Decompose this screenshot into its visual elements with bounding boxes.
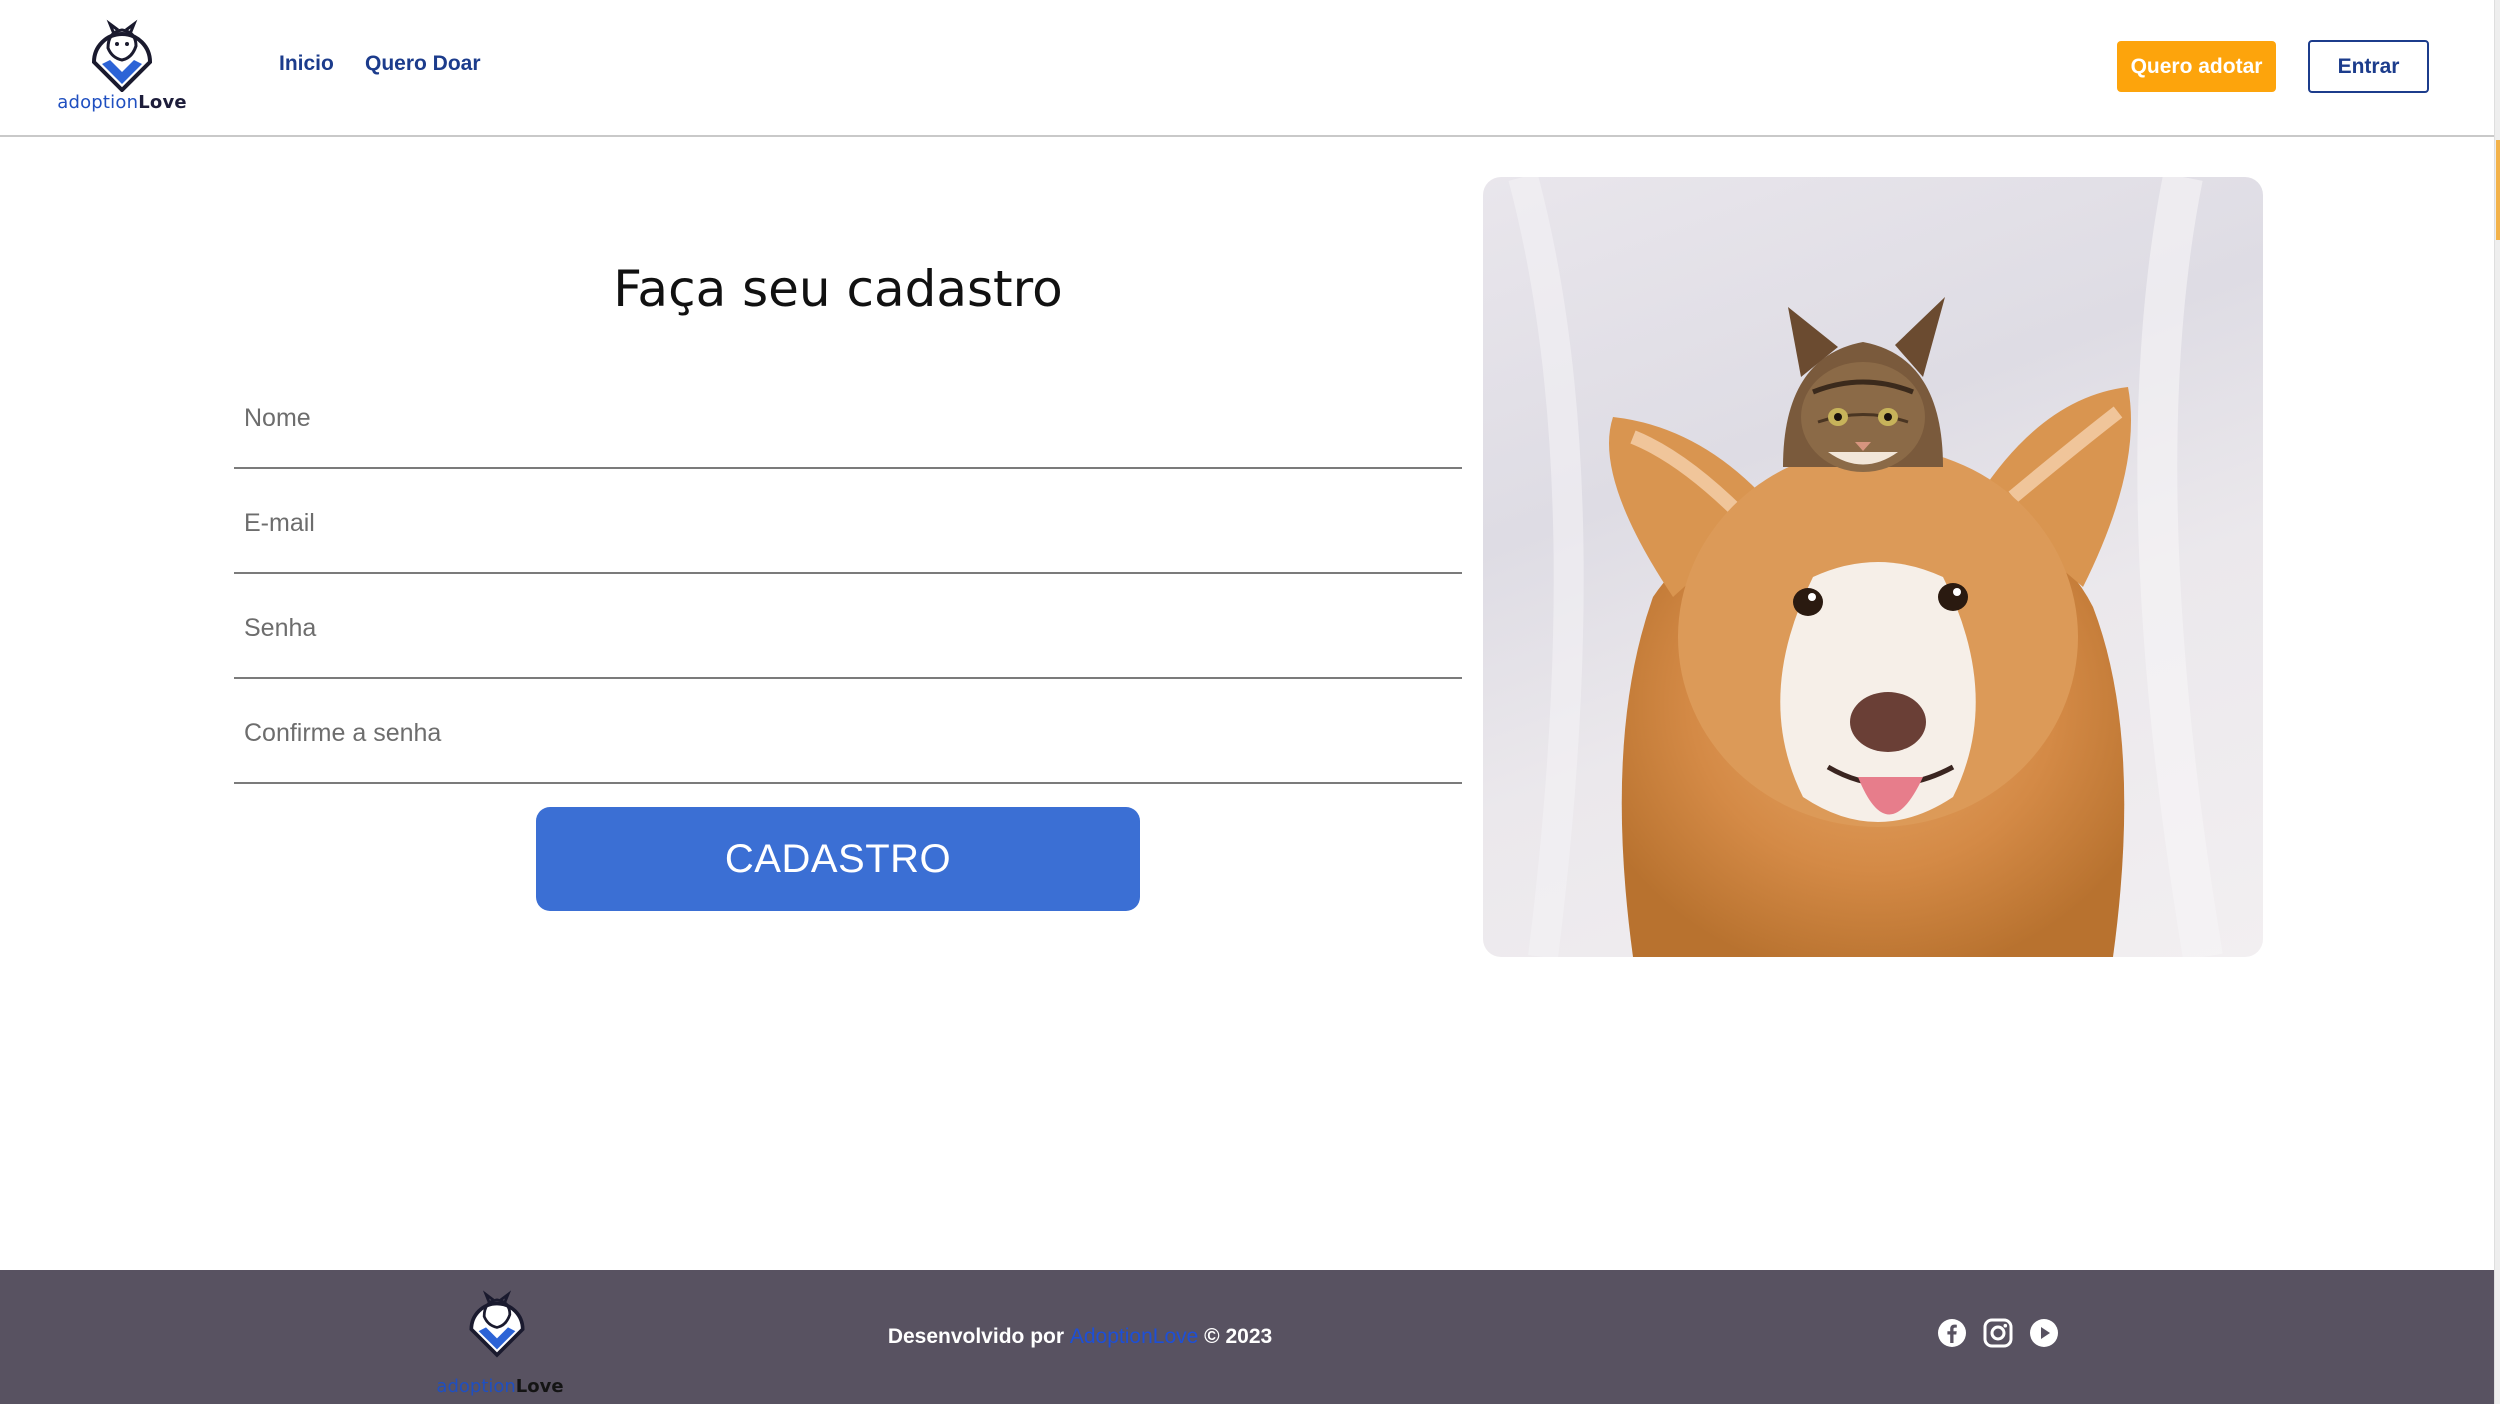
footer-logo-wordmark: adoptionLove xyxy=(430,1376,570,1397)
name-field-placeholder: Nome xyxy=(244,404,311,432)
social-links xyxy=(1937,1318,2059,1348)
credits-suffix: © 2023 xyxy=(1204,1325,1273,1348)
dog-cat-illustration xyxy=(1508,177,2223,957)
footer-logo-word-part1: adoption xyxy=(436,1376,516,1397)
entrar-button[interactable]: Entrar xyxy=(2308,40,2429,93)
email-field[interactable]: E-mail xyxy=(234,469,1462,574)
credits-prefix: Desenvolvido por xyxy=(887,1325,1065,1348)
confirm-password-field-placeholder: Confirme a senha xyxy=(244,719,442,747)
password-field[interactable]: Senha xyxy=(234,574,1462,679)
pet-heart-logo-icon xyxy=(91,19,153,92)
youtube-play-icon[interactable] xyxy=(2029,1318,2059,1348)
form-title: Faça seu cadastro xyxy=(613,260,1063,318)
site-footer: adoptionLove Desenvolvido por AdoptionLo… xyxy=(0,1270,2494,1404)
nav-link-inicio[interactable]: Inicio xyxy=(279,52,334,76)
name-field[interactable]: Nome xyxy=(234,364,1462,469)
dog-and-cat-photo xyxy=(1483,177,2263,957)
footer-logo-word-part2: Love xyxy=(515,1376,564,1397)
logo-wordmark: adoptionLove xyxy=(54,92,190,113)
credits-brand-link[interactable]: AdoptionLove xyxy=(1070,1325,1198,1348)
page-scrollbar[interactable] xyxy=(2494,0,2500,1404)
scrollbar-thumb[interactable] xyxy=(2496,140,2500,240)
facebook-icon[interactable] xyxy=(1937,1318,1967,1348)
site-header: adoptionLove Inicio Quero Doar Quero ado… xyxy=(0,0,2500,137)
instagram-icon[interactable] xyxy=(1983,1318,2013,1348)
footer-credits: Desenvolvido por AdoptionLove © 2023 xyxy=(0,1325,2500,1349)
logo-word-part1: adoption xyxy=(57,92,139,113)
logo-word-part2: Love xyxy=(138,92,187,113)
email-field-placeholder: E-mail xyxy=(244,509,315,537)
logo[interactable]: adoptionLove xyxy=(54,12,190,117)
nav-link-quero-doar[interactable]: Quero Doar xyxy=(365,52,481,76)
confirm-password-field[interactable]: Confirme a senha xyxy=(234,679,1462,784)
password-field-placeholder: Senha xyxy=(244,614,317,642)
cadastro-submit-button[interactable]: CADASTRO xyxy=(536,807,1140,911)
quero-adotar-button[interactable]: Quero adotar xyxy=(2117,41,2276,92)
